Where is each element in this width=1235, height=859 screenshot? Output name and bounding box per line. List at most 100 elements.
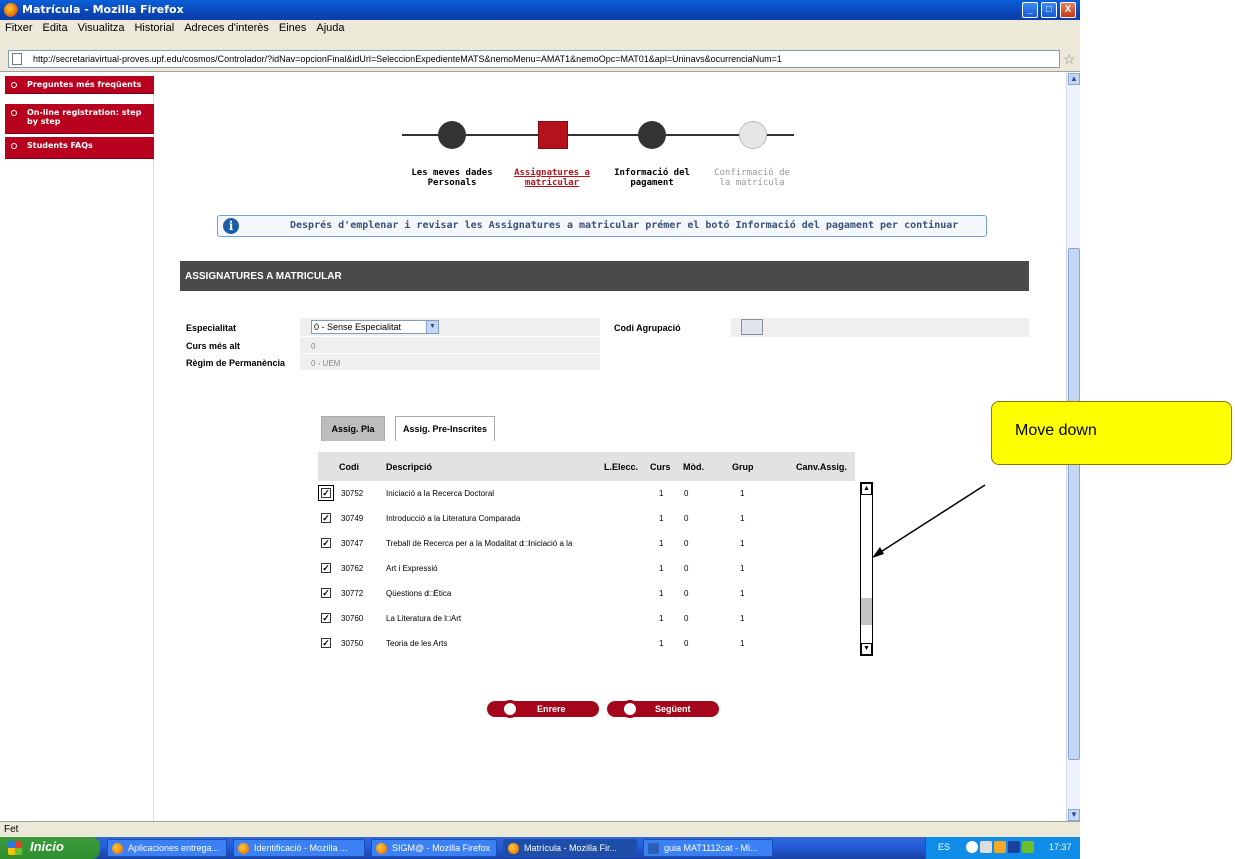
tray-icon[interactable] [1022, 841, 1034, 853]
step-2-label[interactable]: Assignatures a matricular [507, 168, 597, 188]
cell-curs: 1 [659, 564, 664, 573]
taskbar-item[interactable]: Identificació - Mozilla ... [233, 839, 365, 857]
taskbar-item[interactable]: Aplicaciones entrega... [107, 839, 227, 857]
tray-icon[interactable] [966, 841, 978, 853]
menu-view[interactable]: Visualitza [73, 20, 130, 34]
taskbar-item-label: guia MAT1112cat - Mi... [664, 843, 758, 853]
bookmark-star-icon[interactable]: ☆ [1063, 51, 1076, 68]
start-button[interactable]: Inicio [0, 837, 100, 859]
taskbar-item[interactable]: SIGM@ - Mozilla Firefox [371, 839, 497, 857]
cell-curs: 1 [659, 539, 664, 548]
menubar: Fitxer Edita Visualitza Historial Adreces d'… [0, 20, 1080, 36]
back-button[interactable]: Enrere [487, 700, 599, 718]
row-checkbox[interactable]: ✓ [321, 513, 331, 523]
cell-curs: 1 [659, 514, 664, 523]
info-banner: i Després d'emplenar i revisar les Assig… [217, 215, 987, 237]
regim-label: Règim de Permanència [186, 358, 286, 368]
cell-mod: 0 [684, 614, 689, 623]
sidebar-item-label: Students FAQs [27, 141, 93, 150]
language-indicator[interactable]: ES [938, 842, 950, 852]
curs-value: 0 [311, 342, 316, 351]
col-lelecc: L.Elecc. [604, 462, 639, 472]
sidebar-item-label: Preguntes més freqüents [27, 80, 142, 89]
tray-icons [966, 841, 1038, 855]
table-row: ✓ 30760 La Literatura de l□Art 1 0 1 [318, 607, 855, 631]
taskbar-item-label: SIGM@ - Mozilla Firefox [392, 843, 491, 853]
curs-row [300, 337, 600, 353]
table-row: ✓ 30762 Art i Expressió 1 0 1 [318, 557, 855, 581]
table-row: ✓ 30747 Treball de Recerca per a la Moda… [318, 532, 855, 556]
codi-agrupacio-field[interactable] [741, 319, 763, 335]
menu-tools[interactable]: Eines [274, 20, 312, 34]
col-mod: Mòd. [683, 462, 704, 472]
step-1-label[interactable]: Les meves dades Personals [407, 168, 497, 188]
scroll-down-icon[interactable]: ▼ [1068, 809, 1080, 821]
back-arrow-icon [501, 700, 519, 718]
row-checkbox[interactable]: ✓ [321, 563, 331, 573]
sidebar-item-online-registration[interactable]: On-line registration: step by step [5, 104, 154, 134]
next-button[interactable]: Següent [607, 700, 719, 718]
taskbar-item[interactable]: guia MAT1112cat - Mi... [643, 839, 773, 857]
cell-grup: 1 [740, 639, 745, 648]
menu-history[interactable]: Historial [129, 20, 179, 34]
especialitat-label: Especialitat [186, 323, 237, 333]
cell-mod: 0 [684, 589, 689, 598]
scroll-thumb[interactable] [1068, 248, 1080, 760]
url-text: http://secretariavirtual-proves.upf.edu/… [33, 54, 782, 64]
scroll-thumb[interactable] [861, 598, 872, 625]
step-2-marker [538, 121, 568, 149]
maximize-button[interactable]: □ [1041, 2, 1057, 18]
minimize-button[interactable]: _ [1022, 2, 1038, 18]
chevron-down-icon[interactable]: ▼ [426, 321, 438, 333]
row-checkbox[interactable]: ✓ [321, 538, 331, 548]
tab-assig-pre-inscrites[interactable]: Assig. Pre-Inscrites [395, 416, 495, 441]
tray-icon[interactable] [980, 841, 992, 853]
back-button-label: Enrere [537, 704, 566, 714]
taskbar-item-active[interactable]: Matrícula - Mozilla Fir... [503, 839, 637, 857]
window-title: Matrícula - Mozilla Firefox [22, 3, 184, 16]
especialitat-select[interactable]: 0 - Sense Especialitat ▼ [311, 320, 439, 334]
step-4-label: Confirmació de la matrícula [714, 168, 790, 188]
next-arrow-icon [621, 700, 639, 718]
clock: 17:37 [1049, 842, 1072, 852]
table-row: ✓ 30750 Teoria de les Arts 1 0 1 [318, 632, 855, 656]
url-input[interactable]: http://secretariavirtual-proves.upf.edu/… [8, 50, 1060, 68]
firefox-icon [508, 843, 519, 854]
cell-codi: 30747 [341, 539, 364, 548]
cell-codi: 30750 [341, 639, 364, 648]
table-header: Codi Descripció L.Elecc. Curs Mòd. Grup … [318, 452, 855, 481]
row-checkbox[interactable]: ✓ [321, 613, 331, 623]
section-header: ASSIGNATURES A MATRICULAR [180, 261, 1029, 291]
scroll-down-icon[interactable]: ▼ [861, 643, 872, 655]
tray-icon[interactable] [994, 841, 1006, 853]
step-3-label[interactable]: Informació del pagament [607, 168, 697, 188]
col-descripcio: Descripció [386, 462, 433, 472]
scroll-up-icon[interactable]: ▲ [1068, 73, 1080, 85]
bullet-icon [11, 110, 17, 116]
row-checkbox[interactable]: ✓ [321, 588, 331, 598]
menu-file[interactable]: Fitxer [0, 20, 38, 34]
cell-grup: 1 [740, 614, 745, 623]
tray-icon[interactable] [1008, 841, 1020, 853]
taskbar-item-label: Aplicaciones entrega... [128, 843, 220, 853]
menu-help[interactable]: Ajuda [311, 20, 349, 34]
cell-descripcio: La Literatura de l□Art [386, 614, 462, 623]
step-3-marker [638, 121, 666, 149]
regim-value: 0 - UEM [311, 359, 341, 368]
regim-row [300, 354, 600, 370]
cell-mod: 0 [684, 514, 689, 523]
window-titlebar: Matrícula - Mozilla Firefox _ □ X [0, 0, 1080, 20]
info-text: Després d'emplenar i revisar les Assigna… [290, 220, 959, 231]
sidebar-item-faq[interactable]: Preguntes més freqüents [5, 76, 154, 94]
row-checkbox[interactable]: ✓ [318, 485, 334, 501]
tab-assig-pla[interactable]: Assig. Pla [321, 416, 385, 441]
menu-bookmarks[interactable]: Adreces d'interès [179, 20, 274, 34]
start-label: Inicio [30, 839, 64, 854]
sidebar-item-students-faqs[interactable]: Students FAQs [5, 137, 154, 159]
cell-grup: 1 [740, 564, 745, 573]
close-button[interactable]: X [1060, 2, 1076, 18]
next-button-label: Següent [655, 704, 691, 714]
row-checkbox[interactable]: ✓ [321, 638, 331, 648]
cell-codi: 30752 [341, 489, 364, 498]
menu-edit[interactable]: Edita [38, 20, 73, 34]
